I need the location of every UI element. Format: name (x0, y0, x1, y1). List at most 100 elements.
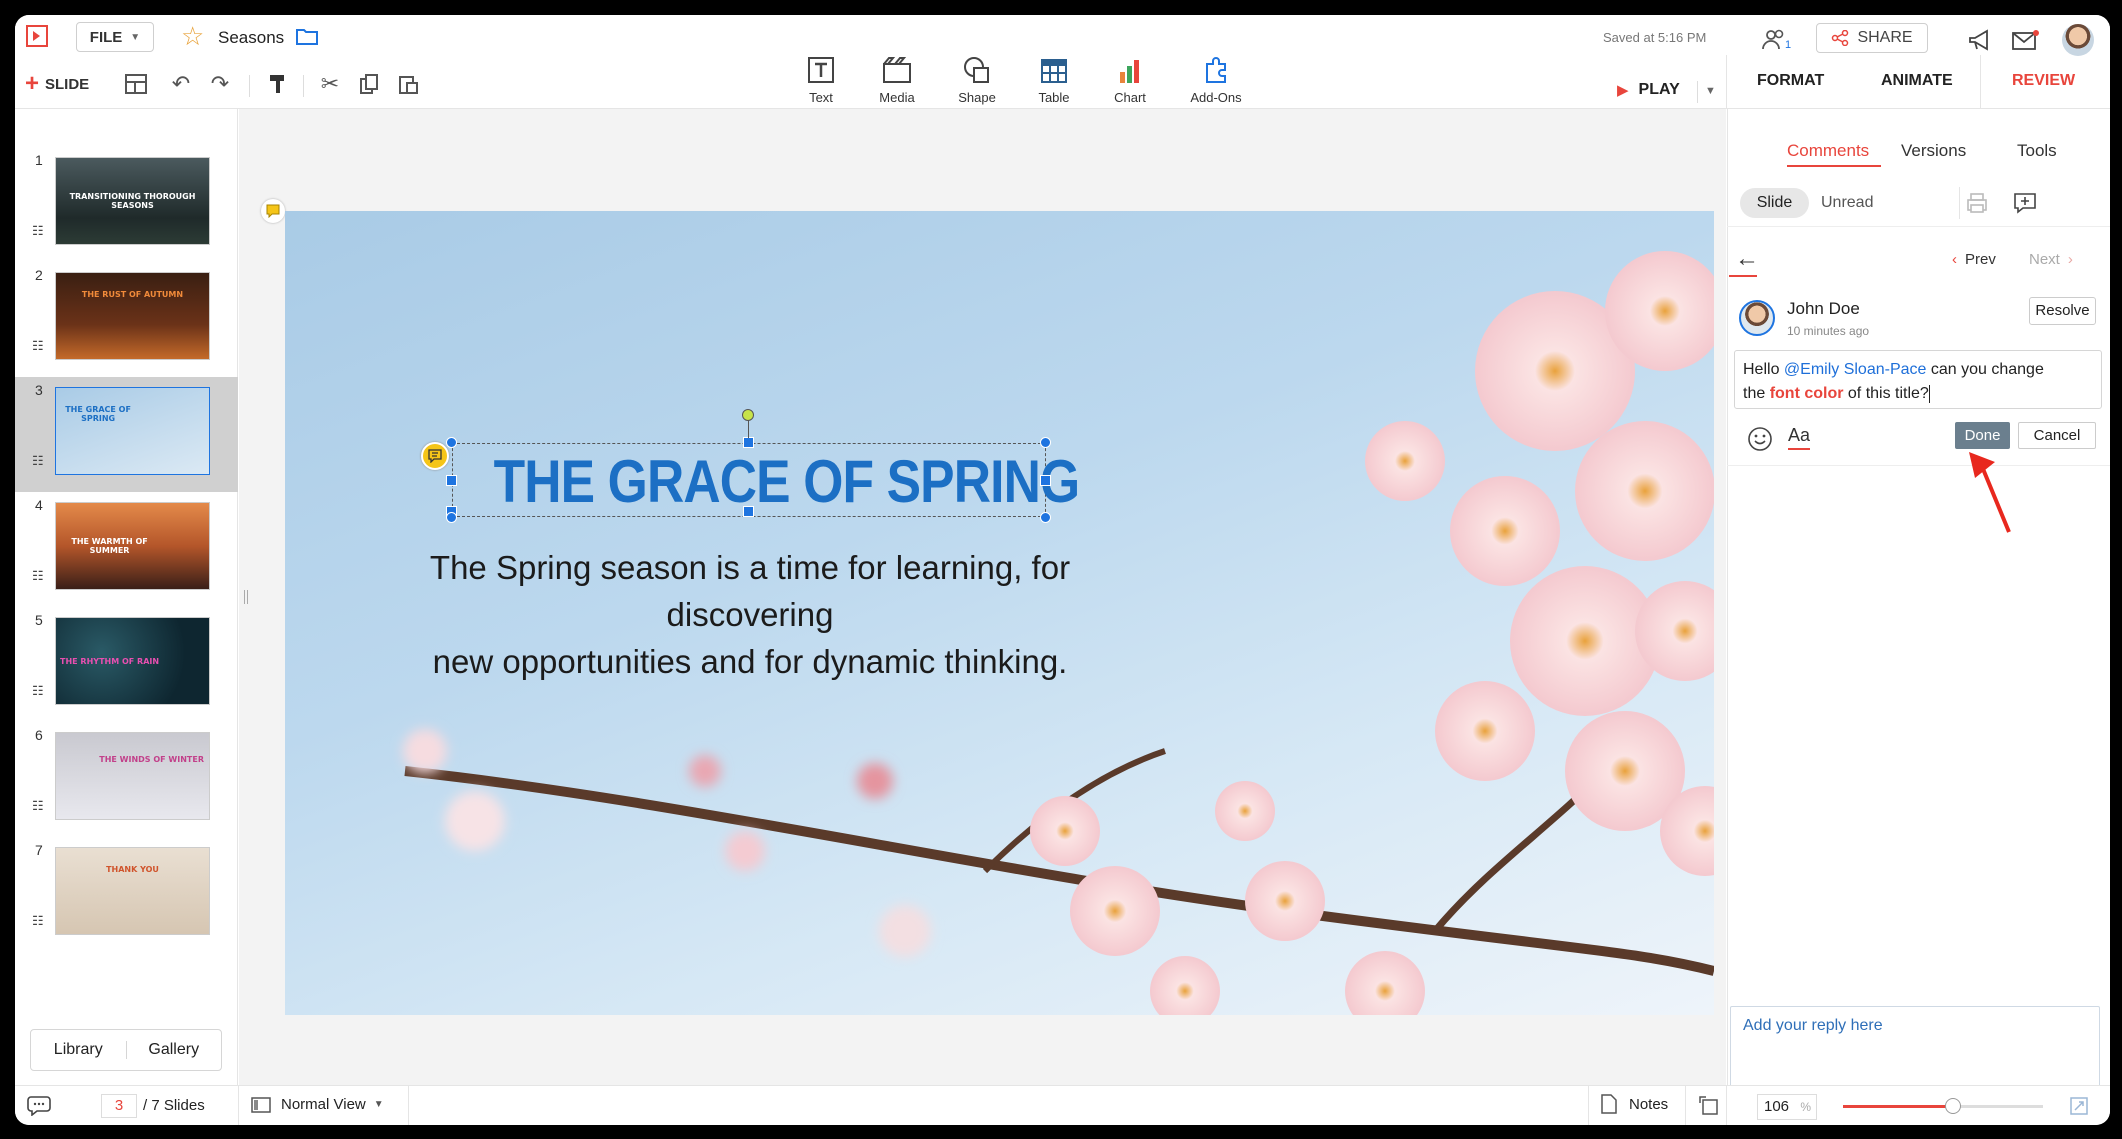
chat-icon[interactable] (27, 1094, 51, 1117)
star-icon[interactable]: ☆ (181, 21, 204, 52)
insert-chart-button[interactable]: Chart (1095, 50, 1165, 105)
slide-total: / 7 Slides (143, 1097, 205, 1114)
copy-icon[interactable] (352, 67, 386, 101)
layout-icon[interactable] (119, 67, 153, 101)
slide-canvas[interactable]: THE GRACE OF SPRING The Spring season is… (285, 211, 1714, 1015)
text-format-button[interactable]: Aa (1788, 425, 1811, 450)
current-slide-input[interactable]: 3 (101, 1094, 137, 1118)
folder-icon[interactable] (295, 26, 319, 46)
insert-shape-button[interactable]: Shape (942, 50, 1012, 105)
play-button[interactable]: ▶ PLAY (1617, 81, 1680, 99)
resize-handle[interactable] (446, 437, 457, 448)
file-menu-button[interactable]: FILE ▼ (76, 22, 154, 52)
new-slide-button[interactable]: + SLIDE (25, 70, 89, 98)
resolve-button[interactable]: Resolve (2029, 297, 2096, 325)
tab-versions[interactable]: Versions (1901, 141, 1966, 161)
animation-indicator-icon: ☷ (32, 223, 44, 238)
gallery-button[interactable]: Gallery (127, 1041, 222, 1059)
tab-review[interactable]: REVIEW (2012, 72, 2075, 90)
fullscreen-icon[interactable] (2069, 1096, 2089, 1116)
insert-shape-label: Shape (958, 90, 996, 105)
prev-button[interactable]: ‹ Prev (1952, 251, 1996, 268)
shape-icon (964, 57, 989, 83)
divider (1727, 465, 2110, 466)
resize-handle[interactable] (1040, 475, 1051, 486)
library-button[interactable]: Library (31, 1041, 127, 1059)
collaborators-icon[interactable]: 1 (1761, 27, 1795, 53)
thumbnail-row[interactable]: 7 ☷ THANK YOU (15, 837, 238, 952)
mail-icon[interactable] (2011, 29, 2041, 51)
prev-label: Prev (1965, 251, 1996, 268)
fit-slide-icon[interactable] (1698, 1095, 1720, 1117)
slide-thumbnail[interactable]: THE RHYTHM OF RAIN (55, 617, 210, 705)
slide-thumbnail[interactable]: THE GRACE OF SPRING (55, 387, 210, 475)
slide-thumbnail[interactable]: THANK YOU (55, 847, 210, 935)
thumbnail-row[interactable]: 5 ☷ THE RHYTHM OF RAIN (15, 607, 238, 722)
slide-thumbnail[interactable]: THE RUST OF AUTUMN (55, 272, 210, 360)
divider (1959, 187, 1960, 219)
resize-handle[interactable] (446, 475, 457, 486)
user-avatar[interactable] (2062, 24, 2094, 56)
resize-handle[interactable] (743, 506, 754, 517)
thumbnail-row[interactable]: 2 ☷ THE RUST OF AUTUMN (15, 262, 238, 377)
resize-handle[interactable] (1040, 437, 1051, 448)
thumbnail-row[interactable]: 4 ☷ THE WARMTH OF SUMMER (15, 492, 238, 607)
back-arrow-icon[interactable]: ← (1735, 245, 1759, 273)
insert-text-label: Text (809, 90, 833, 105)
paste-icon[interactable] (391, 67, 425, 101)
slide-thumbnail[interactable]: TRANSITIONING THOROUGH SEASONS (55, 157, 210, 245)
zoom-slider-thumb[interactable] (1945, 1098, 1961, 1114)
collaborators-count: 1 (1785, 39, 1792, 51)
tab-animate[interactable]: ANIMATE (1881, 72, 1953, 90)
slide-number: 1 (35, 152, 43, 168)
play-label: PLAY (1638, 81, 1680, 98)
mention-link[interactable]: @Emily Sloan-Pace (1784, 361, 1927, 378)
filter-slide-chip[interactable]: Slide (1740, 188, 1809, 218)
resize-handle[interactable] (1040, 512, 1051, 523)
app-logo-icon[interactable] (25, 24, 51, 48)
insert-media-button[interactable]: Media (862, 50, 932, 105)
view-mode-label: Normal View (281, 1096, 366, 1113)
tab-tools[interactable]: Tools (2017, 141, 2057, 161)
cut-icon[interactable]: ✂ (313, 67, 347, 101)
insert-media-label: Media (879, 90, 915, 105)
title-comment-marker-icon[interactable] (421, 442, 449, 470)
view-mode-dropdown[interactable]: Normal View ▼ (251, 1096, 384, 1113)
tab-comments[interactable]: Comments (1787, 141, 1869, 161)
redo-icon[interactable]: ↷ (203, 67, 237, 101)
emoji-icon[interactable] (1747, 426, 1773, 452)
rotate-handle[interactable] (742, 409, 754, 421)
insert-text-button[interactable]: Text (786, 50, 856, 105)
next-button[interactable]: Next › (2029, 251, 2073, 268)
tab-format[interactable]: FORMAT (1757, 72, 1824, 90)
slide-comment-marker-icon[interactable] (261, 199, 285, 223)
zoom-slider[interactable] (1843, 1098, 2043, 1114)
add-comment-icon[interactable] (2012, 191, 2038, 215)
notes-button[interactable]: Notes (1601, 1094, 1668, 1114)
cancel-button[interactable]: Cancel (2018, 422, 2096, 449)
announcement-icon[interactable] (1967, 28, 1995, 52)
reply-input[interactable]: Add your reply here (1730, 1006, 2100, 1089)
insert-table-button[interactable]: Table (1019, 50, 1089, 105)
undo-icon[interactable]: ↶ (164, 67, 198, 101)
play-options-chevron-icon[interactable]: ▼ (1705, 85, 1716, 97)
format-painter-icon[interactable] (261, 67, 295, 101)
slide-thumbnail[interactable]: THE WINDS OF WINTER (55, 732, 210, 820)
insert-addons-button[interactable]: Add-Ons (1181, 50, 1251, 105)
comment-edit-box[interactable]: Hello @Emily Sloan-Pace can you change t… (1734, 350, 2102, 409)
resize-handle[interactable] (743, 437, 754, 448)
document-title[interactable]: Seasons (218, 28, 284, 48)
done-button[interactable]: Done (1955, 422, 2010, 449)
slide-body-text[interactable]: The Spring season is a time for learning… (365, 544, 1135, 685)
file-menu-label: FILE (89, 28, 123, 46)
thumbnail-row[interactable]: 6 ☷ THE WINDS OF WINTER (15, 722, 238, 837)
thumbnail-row[interactable]: 1 ☷ TRANSITIONING THOROUGH SEASONS (15, 147, 238, 262)
panel-resize-handle[interactable] (244, 590, 248, 604)
zoom-input[interactable]: 106 % (1757, 1094, 1817, 1120)
print-icon[interactable] (1964, 191, 1990, 215)
resize-handle[interactable] (446, 512, 457, 523)
share-button[interactable]: SHARE (1816, 23, 1928, 53)
slide-thumbnail[interactable]: THE WARMTH OF SUMMER (55, 502, 210, 590)
filter-unread[interactable]: Unread (1821, 194, 1873, 212)
thumbnail-row[interactable]: 3 ☷ THE GRACE OF SPRING (15, 377, 238, 492)
